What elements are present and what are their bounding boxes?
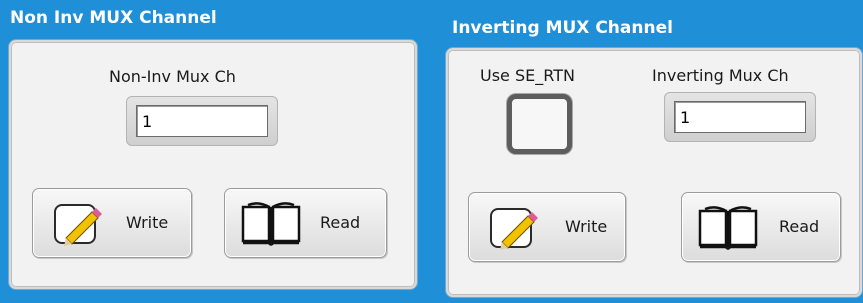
- inverting-mux-ch-label: Inverting Mux Ch: [652, 66, 789, 85]
- inv-write-label: Write: [565, 217, 608, 236]
- non-inv-write-button[interactable]: Write: [32, 188, 192, 258]
- inv-panel: Use SE_RTN Inverting Mux Ch 1 Write Read: [446, 48, 862, 297]
- open-book-icon: [698, 206, 758, 250]
- inv-read-button[interactable]: Read: [681, 192, 841, 262]
- inv-read-label: Read: [779, 217, 820, 236]
- open-book-icon: [241, 202, 301, 246]
- non-inv-mux-ch-input[interactable]: 1: [136, 105, 268, 137]
- inv-group-title: Inverting MUX Channel: [452, 18, 673, 38]
- non-inv-panel: Non-Inv Mux Ch 1 Write Read: [9, 40, 417, 289]
- non-inv-mux-ch-control: 1: [126, 96, 278, 146]
- non-inv-write-label: Write: [126, 213, 169, 232]
- inverting-mux-ch-control: 1: [664, 92, 816, 142]
- non-inv-mux-ch-label: Non-Inv Mux Ch: [109, 67, 236, 86]
- non-inv-group-title: Non Inv MUX Channel: [10, 8, 217, 28]
- inverting-mux-ch-input[interactable]: 1: [674, 101, 806, 133]
- non-inv-read-button[interactable]: Read: [224, 188, 387, 258]
- use-se-rtn-checkbox[interactable]: [507, 94, 572, 154]
- pencil-paper-icon: [490, 208, 538, 250]
- non-inv-read-label: Read: [320, 213, 361, 232]
- pencil-paper-icon: [54, 204, 102, 246]
- inv-write-button[interactable]: Write: [468, 192, 626, 262]
- use-se-rtn-label: Use SE_RTN: [480, 66, 575, 85]
